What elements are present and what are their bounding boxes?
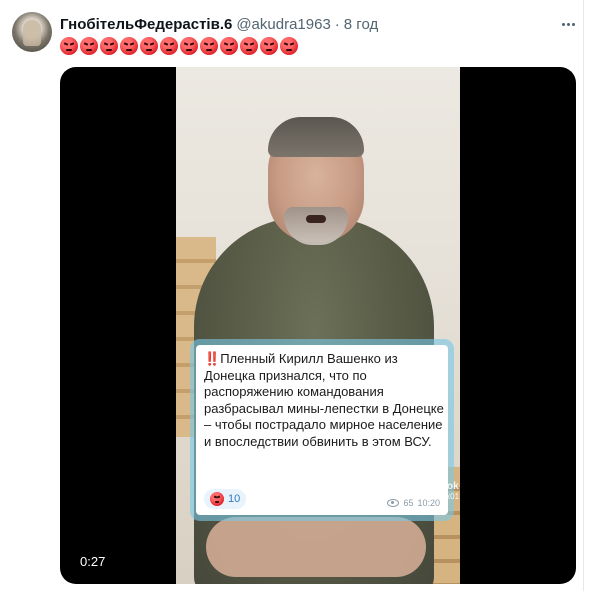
pouting-face-icon [210,492,224,506]
author-name[interactable]: ГнобітельФедерастів.6 [60,16,232,33]
overlay-message: Пленный Кирилл Вашенко из Донецка призна… [204,351,444,449]
video-duration: 0:27 [74,552,112,571]
tweet-text-emojis [60,37,298,57]
tiktok-brand: TikTok [427,481,459,492]
pouting-face-icon [100,37,118,55]
overlay-text: ‼️Пленный Кирилл Вашенко из Донецка приз… [204,351,444,450]
reaction-count: 10 [228,493,241,505]
pouting-face-icon [160,37,178,55]
tweet-header: ГнобітельФедерастів.6 @akudra1963 · 8 го… [60,14,378,34]
pouting-face-icon [220,37,238,55]
pouting-face-icon [200,37,218,55]
pouting-face-icon [280,37,298,55]
view-count: 65 [403,498,414,508]
video-frame: ‼️Пленный Кирилл Вашенко из Донецка приз… [176,67,460,584]
tiktok-icon: ♪ [438,462,448,482]
tiktok-watermark: ♪ TikTok @...dx01 [426,463,460,503]
person-hair [268,117,364,157]
separator-dot: · [334,15,340,33]
pouting-face-icon [240,37,258,55]
pouting-face-icon [80,37,98,55]
video-player[interactable]: ‼️Пленный Кирилл Вашенко из Донецка приз… [60,67,576,584]
person-mouth [306,215,326,223]
pouting-face-icon [140,37,158,55]
tweet-time[interactable]: 8 год [344,16,378,33]
telegram-post-overlay: ‼️Пленный Кирилл Вашенко из Донецка приз… [196,345,448,515]
pouting-face-icon [120,37,138,55]
person-hands [206,517,426,577]
pouting-face-icon [60,37,78,55]
eye-icon [387,499,400,507]
avatar[interactable] [12,12,52,52]
author-handle[interactable]: @akudra1963 [236,16,330,33]
pouting-face-icon [180,37,198,55]
more-options-icon[interactable] [556,14,580,34]
reaction-badge: 10 [204,489,247,509]
double-exclamation-icon: ‼️ [204,351,221,366]
tiktok-user: @...dx01 [426,492,460,501]
pouting-face-icon [260,37,278,55]
